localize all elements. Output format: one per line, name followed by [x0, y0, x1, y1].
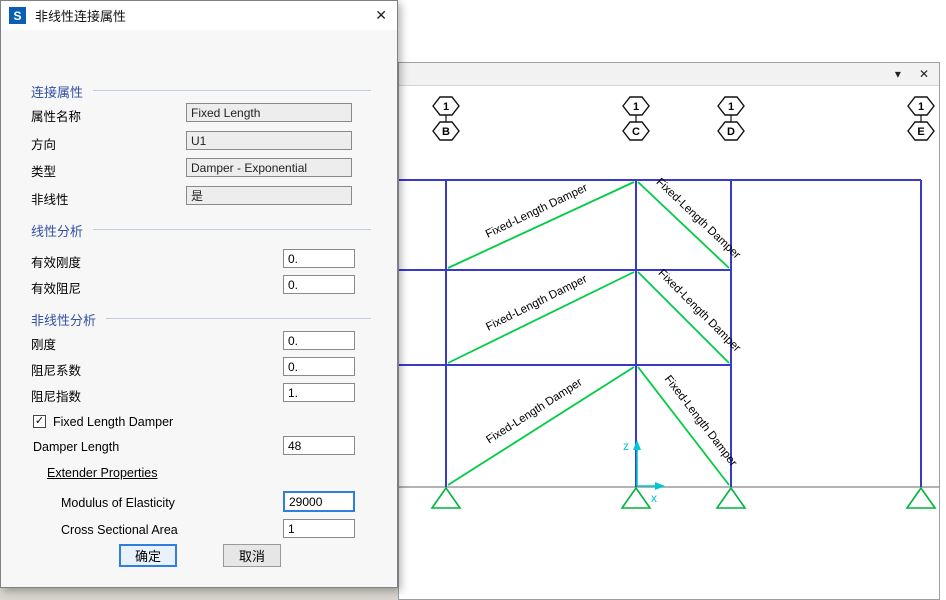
dialog-body: 连接属性 属性名称 方向 类型 非线性 线性分析 有效刚度 有效阻尼 非线性分析… [1, 30, 397, 587]
grid-label-letter: E [917, 126, 924, 138]
stiffness-label: 刚度 [31, 334, 56, 353]
section-divider [93, 229, 371, 230]
grid-label-number: 1 [443, 101, 449, 113]
nonlinear-flag-field [186, 186, 352, 205]
damper-label: Fixed-Length Damper [484, 182, 590, 241]
cross-sectional-area-label: Cross Sectional Area [61, 523, 178, 537]
model-window-titlebar[interactable]: ▾ ✕ [399, 63, 939, 86]
app-background-strip [0, 588, 398, 600]
direction-label: 方向 [31, 134, 56, 153]
damper-label: Fixed-Length Damper [656, 267, 743, 354]
effective-damping-input[interactable] [283, 275, 355, 294]
damping-coefficient-input[interactable] [283, 357, 355, 376]
damper-length-input[interactable] [283, 436, 355, 455]
grid-label-letter: C [632, 126, 640, 138]
effective-stiffness-input[interactable] [283, 249, 355, 268]
dialog-titlebar[interactable]: S 非线性连接属性 ✕ [1, 1, 397, 30]
structural-model-drawing: Fixed-Length Damper Fixed-Length Damper … [399, 86, 939, 600]
fixed-length-damper-checkbox[interactable]: ✓ [33, 415, 46, 428]
damper-right-story3 [638, 182, 729, 268]
axis-x-label: x [651, 491, 657, 505]
ok-button[interactable]: 确定 [119, 544, 177, 567]
grid-label-number: 1 [728, 101, 734, 113]
section-divider [93, 90, 371, 91]
support-D [717, 488, 745, 508]
type-field [186, 158, 352, 177]
effective-damping-label: 有效阻尼 [31, 278, 81, 297]
section-heading-nonlinear-analysis: 非线性分析 [31, 310, 96, 329]
section-divider [106, 318, 371, 319]
damper-label: Fixed-Length Damper [654, 176, 743, 261]
grid-label-number: 1 [918, 101, 924, 113]
damping-coefficient-label: 阻尼系数 [31, 360, 81, 379]
support-E [907, 488, 935, 508]
modulus-of-elasticity-label: Modulus of Elasticity [61, 496, 175, 510]
direction-field [186, 131, 352, 150]
damper-left-story1 [448, 367, 634, 485]
model-view-window: ▾ ✕ Fixed-Length Damper Fixed-Length Dam [398, 62, 940, 600]
property-name-field [186, 103, 352, 122]
section-heading-link-properties: 连接属性 [31, 82, 83, 101]
window-menu-caret-icon[interactable]: ▾ [895, 67, 901, 81]
damper-label: Fixed-Length Damper [484, 273, 589, 333]
extender-properties-heading: Extender Properties [47, 466, 157, 480]
damper-right-story1 [638, 367, 729, 485]
grid-label-letter: B [442, 126, 450, 138]
model-view-canvas[interactable]: Fixed-Length Damper Fixed-Length Damper … [399, 86, 939, 599]
cancel-button[interactable]: 取消 [223, 544, 281, 567]
app-logo-icon: S [9, 7, 26, 24]
grid-label-letter: D [727, 126, 735, 138]
property-name-label: 属性名称 [31, 106, 81, 125]
damping-exponent-input[interactable] [283, 383, 355, 402]
effective-stiffness-label: 有效刚度 [31, 252, 81, 271]
grid-label-number: 1 [633, 101, 639, 113]
damper-left-story2 [448, 272, 634, 363]
nonlinear-flag-label: 非线性 [31, 189, 69, 208]
axis-z-arrowhead-icon [633, 440, 641, 450]
dialog-close-icon[interactable]: ✕ [375, 7, 387, 24]
fixed-length-damper-checkbox-label: Fixed Length Damper [53, 415, 173, 429]
type-label: 类型 [31, 161, 56, 180]
damper-label: Fixed-Length Damper [484, 376, 584, 446]
axis-x-arrowhead-icon [655, 482, 665, 490]
damping-exponent-label: 阻尼指数 [31, 386, 81, 405]
support-C [622, 488, 650, 508]
damper-length-label: Damper Length [33, 440, 119, 454]
stiffness-input[interactable] [283, 331, 355, 350]
cross-sectional-area-input[interactable] [283, 519, 355, 538]
damper-label: Fixed-Length Damper [662, 373, 739, 469]
support-B [432, 488, 460, 508]
dialog-title: 非线性连接属性 [35, 6, 126, 25]
window-close-icon[interactable]: ✕ [919, 67, 929, 81]
nonlinear-link-properties-dialog: S 非线性连接属性 ✕ 连接属性 属性名称 方向 类型 非线性 线性分析 有效刚… [0, 0, 398, 588]
modulus-of-elasticity-input[interactable] [283, 491, 355, 512]
axis-z-label: z [623, 439, 629, 453]
damper-left-story3 [448, 182, 634, 268]
section-heading-linear-analysis: 线性分析 [31, 221, 83, 240]
